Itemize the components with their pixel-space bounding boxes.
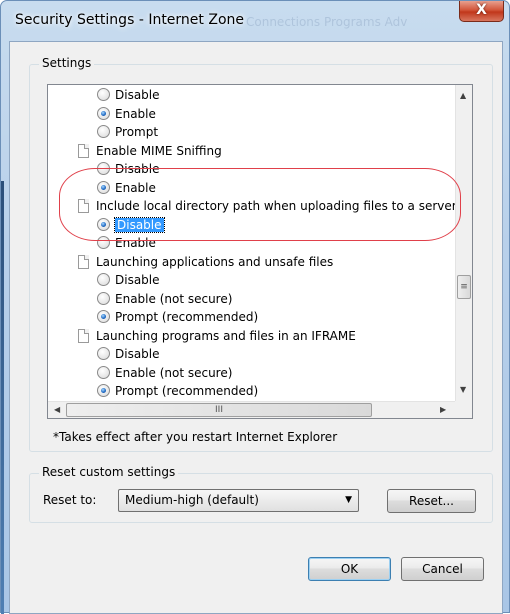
radio-checked-icon[interactable] [97, 384, 110, 397]
vertical-scroll-thumb[interactable]: ≡ [457, 275, 471, 299]
document-icon [78, 328, 89, 343]
restart-note: *Takes effect after you restart Internet… [53, 430, 338, 444]
reset-to-label: Reset to: [43, 493, 97, 507]
setting-header: Launching applications and unsafe files [78, 253, 333, 271]
setting-item-label: Enable (not secure) [115, 291, 233, 306]
setting-radio-option[interactable]: Disable [97, 345, 160, 363]
cancel-button[interactable]: Cancel [401, 557, 484, 581]
reset-button-label: Reset... [409, 494, 454, 508]
setting-radio-option[interactable]: Enable (not secure) [97, 364, 232, 382]
scroll-right-arrow-icon[interactable]: ▶ [440, 405, 446, 414]
setting-item-label: Disable [115, 88, 160, 102]
document-icon [78, 254, 89, 269]
setting-radio-option[interactable]: Prompt (recommended) [97, 308, 258, 326]
security-settings-window: Connections Programs Adv Security Settin… [0, 0, 510, 614]
setting-item-label: Enable [115, 106, 156, 121]
scroll-left-arrow-icon[interactable]: ◀ [54, 405, 60, 414]
setting-item-label: Disable [115, 273, 160, 287]
setting-item-label: Prompt [115, 125, 159, 139]
window-title: Security Settings - Internet Zone [15, 12, 244, 28]
setting-item-label: Prompt (recommended) [115, 310, 259, 324]
cancel-button-label: Cancel [422, 562, 463, 576]
setting-item-label: Enable MIME Sniffing [96, 143, 222, 158]
setting-radio-option[interactable]: Disable [97, 271, 160, 289]
radio-unchecked-icon[interactable] [97, 291, 110, 305]
background-window-edge [1, 181, 4, 614]
settings-list[interactable]: Disable Enable Prompt Enable MIME Sniffing D… [47, 84, 473, 419]
setting-item-label: Launching applications and unsafe files [96, 254, 334, 269]
setting-item-label: Prompt (recommended) [115, 384, 259, 398]
setting-item-label: Disable [115, 347, 160, 361]
setting-header: Enable MIME Sniffing [78, 142, 222, 160]
setting-radio-option[interactable]: Enable [97, 105, 156, 123]
annotation-highlight-ellipse [59, 168, 461, 241]
ok-button[interactable]: OK [308, 557, 391, 581]
vertical-scrollbar[interactable]: ▲ ≡ ▼ [455, 85, 472, 401]
title-bar[interactable]: Connections Programs Adv Security Settin… [1, 1, 510, 41]
close-icon: X [476, 2, 487, 18]
setting-item-label: Launching programs and files in an IFRAM… [96, 328, 356, 343]
reset-group-label: Reset custom settings [39, 465, 179, 479]
setting-radio-option[interactable]: Enable (not secure) [97, 290, 232, 308]
setting-radio-option[interactable]: Prompt [97, 123, 158, 141]
horizontal-scroll-thumb[interactable]: III [66, 403, 372, 417]
radio-checked-icon[interactable] [97, 310, 110, 323]
settings-group-label: Settings [39, 56, 95, 70]
scrollbar-corner [455, 401, 472, 418]
scroll-up-arrow-icon[interactable]: ▲ [460, 91, 466, 100]
scroll-down-arrow-icon[interactable]: ▼ [460, 385, 466, 394]
background-tabs-ghost: Connections Programs Adv [246, 15, 408, 29]
setting-radio-option[interactable]: Disable [97, 86, 160, 104]
radio-unchecked-icon[interactable] [97, 125, 110, 138]
reset-level-select[interactable]: Medium-high (default) ▼ [118, 489, 359, 512]
setting-header: Launching programs and files in an IFRAM… [78, 327, 356, 345]
dropdown-arrow-icon: ▼ [345, 495, 352, 505]
close-button[interactable]: X [459, 1, 504, 22]
reset-button[interactable]: Reset... [387, 489, 476, 513]
hscroll-grip-icon: III [215, 405, 223, 415]
ok-button-label: OK [340, 562, 359, 576]
reset-level-value: Medium-high (default) [125, 493, 259, 507]
horizontal-scrollbar[interactable]: ◀ III ▶ [48, 401, 455, 418]
radio-unchecked-icon[interactable] [97, 365, 110, 379]
radio-unchecked-icon[interactable] [97, 88, 110, 101]
setting-item-label: Enable (not secure) [115, 365, 233, 380]
document-icon [78, 143, 89, 158]
scroll-grip-icon: ≡ [460, 282, 468, 292]
radio-unchecked-icon[interactable] [97, 273, 110, 286]
radio-unchecked-icon[interactable] [97, 347, 110, 360]
setting-radio-option[interactable]: Prompt (recommended) [97, 382, 258, 400]
radio-checked-icon[interactable] [97, 106, 110, 120]
